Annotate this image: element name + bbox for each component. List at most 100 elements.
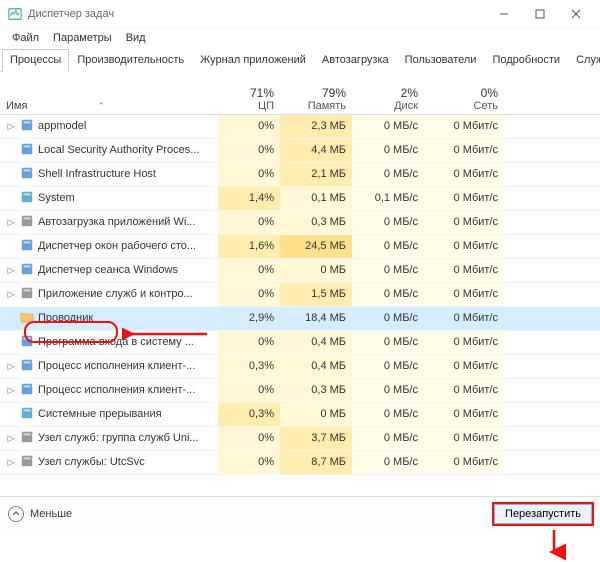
cpu-cell: 0,3% bbox=[218, 402, 280, 426]
disk-cell: 0 МБ/с bbox=[352, 402, 424, 426]
process-name-cell: ▷ Диспетчер сеанса Windows bbox=[0, 258, 218, 282]
process-name: Диспетчер сеанса Windows bbox=[38, 264, 178, 276]
minimize-button[interactable] bbox=[486, 0, 522, 28]
cpu-cell: 0% bbox=[218, 138, 280, 162]
tab-app-history[interactable]: Журнал приложений bbox=[192, 49, 314, 72]
expand-toggle-icon[interactable]: ▷ bbox=[6, 433, 16, 444]
network-cell: 0 Мбит/с bbox=[424, 450, 504, 474]
process-name-cell: ▷Процесс исполнения клиент-... bbox=[0, 354, 218, 378]
cpu-cell: 1,6% bbox=[218, 234, 280, 258]
table-row[interactable]: ▷Процесс исполнения клиент-...0,3%0,4 МБ… bbox=[0, 354, 600, 378]
tab-performance[interactable]: Производительность bbox=[69, 49, 192, 72]
table-row[interactable]: ▷Приложение служб и контро...0%1,5 МБ0 М… bbox=[0, 282, 600, 306]
process-name-cell: Проводник bbox=[0, 306, 218, 330]
col-memory[interactable]: 79%Память bbox=[280, 72, 352, 114]
disk-cell: 0 МБ/с bbox=[352, 282, 424, 306]
network-cell: 0 Мбит/с bbox=[424, 138, 504, 162]
fewer-details-button[interactable]: Меньше bbox=[8, 506, 72, 522]
disk-cell: 0 МБ/с bbox=[352, 330, 424, 354]
table-row[interactable]: System1,4%0,1 МБ0,1 МБ/с0 Мбит/с bbox=[0, 186, 600, 210]
cpu-cell: 0% bbox=[218, 210, 280, 234]
process-name-cell: Диспетчер окон рабочего сто... bbox=[0, 234, 218, 258]
menu-options[interactable]: Параметры bbox=[47, 30, 118, 46]
expand-toggle-icon[interactable]: ▷ bbox=[6, 385, 16, 396]
network-cell: 0 Мбит/с bbox=[424, 330, 504, 354]
memory-cell: 3,7 МБ bbox=[280, 426, 352, 450]
expand-toggle-icon[interactable]: ▷ bbox=[6, 457, 16, 468]
network-cell: 0 Мбит/с bbox=[424, 402, 504, 426]
process-name-cell: Local Security Authority Proces... bbox=[0, 138, 218, 162]
expand-toggle-icon[interactable]: ▷ bbox=[6, 361, 16, 372]
table-row[interactable]: Системные прерывания0,3%0 МБ0 МБ/с0 Мбит… bbox=[0, 402, 600, 426]
tab-details[interactable]: Подробности bbox=[484, 49, 568, 72]
table-row[interactable]: Local Security Authority Proces...0%4,4 … bbox=[0, 138, 600, 162]
table-row[interactable]: ▷Узел служб: группа служб Uni...0%3,7 МБ… bbox=[0, 426, 600, 450]
memory-cell: 0 МБ bbox=[280, 402, 352, 426]
process-name: appmodel bbox=[38, 120, 86, 132]
tab-processes[interactable]: Процессы bbox=[2, 49, 69, 72]
process-icon bbox=[20, 214, 34, 231]
memory-cell: 8,7 МБ bbox=[280, 450, 352, 474]
restart-button[interactable]: Перезапустить bbox=[494, 504, 592, 524]
process-name: Диспетчер окон рабочего сто... bbox=[38, 240, 196, 252]
disk-cell: 0 МБ/с bbox=[352, 138, 424, 162]
col-name[interactable]: Имя⌃ bbox=[0, 72, 218, 114]
expand-toggle-icon[interactable]: ▷ bbox=[6, 121, 16, 132]
disk-cell: 0 МБ/с bbox=[352, 162, 424, 186]
tab-startup[interactable]: Автозагрузка bbox=[314, 49, 397, 72]
process-icon bbox=[20, 310, 34, 327]
table-row[interactable]: Shell Infrastructure Host0%2,1 МБ0 МБ/с0… bbox=[0, 162, 600, 186]
menubar: Файл Параметры Вид bbox=[0, 28, 600, 48]
menu-file[interactable]: Файл bbox=[6, 30, 45, 46]
expand-toggle-icon[interactable]: ▷ bbox=[6, 265, 16, 276]
network-cell: 0 Мбит/с bbox=[424, 282, 504, 306]
table-row[interactable]: ▷appmodel0%2,3 МБ0 МБ/с0 Мбит/с bbox=[0, 114, 600, 138]
memory-cell: 1,5 МБ bbox=[280, 282, 352, 306]
table-row[interactable]: ▷Процесс исполнения клиент-...0%0,3 МБ0 … bbox=[0, 378, 600, 402]
col-network[interactable]: 0%Сеть bbox=[424, 72, 504, 114]
col-disk[interactable]: 2%Диск bbox=[352, 72, 424, 114]
process-name-cell: System bbox=[0, 186, 218, 210]
maximize-button[interactable] bbox=[522, 0, 558, 28]
cpu-cell: 0% bbox=[218, 258, 280, 282]
table-row[interactable]: ▷Узел службы: UtcSvc0%8,7 МБ0 МБ/с0 Мбит… bbox=[0, 450, 600, 474]
process-name: Shell Infrastructure Host bbox=[38, 168, 156, 180]
process-name: Приложение служб и контро... bbox=[38, 288, 193, 300]
tabs: Процессы Производительность Журнал прило… bbox=[0, 48, 600, 72]
memory-cell: 18,4 МБ bbox=[280, 306, 352, 330]
process-icon bbox=[20, 190, 34, 207]
close-button[interactable] bbox=[558, 0, 594, 28]
network-cell: 0 Мбит/с bbox=[424, 426, 504, 450]
process-name-cell: ▷ Процесс исполнения клиент-... bbox=[0, 378, 218, 402]
cpu-cell: 0% bbox=[218, 378, 280, 402]
process-icon bbox=[20, 334, 34, 351]
process-name: Автозагрузка приложений Wi... bbox=[38, 216, 195, 228]
table-row[interactable]: ▷Автозагрузка приложений Wi...0%0,3 МБ0 … bbox=[0, 210, 600, 234]
tab-users[interactable]: Пользователи bbox=[397, 49, 485, 72]
process-name: Узел служб: группа служб Uni... bbox=[38, 432, 199, 444]
table-row[interactable]: Программа входа в систему ...0%0,4 МБ0 М… bbox=[0, 330, 600, 354]
menu-view[interactable]: Вид bbox=[120, 30, 152, 46]
expand-toggle-icon[interactable]: ▷ bbox=[6, 289, 16, 300]
col-cpu[interactable]: 71%ЦП bbox=[218, 72, 280, 114]
process-icon bbox=[20, 358, 34, 375]
tab-services[interactable]: Службы bbox=[568, 49, 600, 72]
process-name: Программа входа в систему ... bbox=[38, 336, 194, 348]
table-row[interactable]: ▷Диспетчер сеанса Windows0%0 МБ0 МБ/с0 М… bbox=[0, 258, 600, 282]
process-name: Процесс исполнения клиент-... bbox=[38, 384, 195, 396]
process-icon bbox=[20, 262, 34, 279]
disk-cell: 0 МБ/с bbox=[352, 378, 424, 402]
network-cell: 0 Мбит/с bbox=[424, 258, 504, 282]
process-name-cell: ▷ appmodel bbox=[0, 114, 218, 138]
memory-cell: 24,5 МБ bbox=[280, 234, 352, 258]
process-name: Узел службы: UtcSvc bbox=[38, 456, 145, 468]
titlebar: Диспетчер задач bbox=[0, 0, 600, 28]
process-name: Local Security Authority Proces... bbox=[38, 144, 199, 156]
table-row[interactable]: Проводник2,9%18,4 МБ0 МБ/с0 Мбит/с bbox=[0, 306, 600, 330]
network-cell: 0 Мбит/с bbox=[424, 354, 504, 378]
network-cell: 0 Мбит/с bbox=[424, 378, 504, 402]
window-title: Диспетчер задач bbox=[28, 8, 114, 20]
table-row[interactable]: Диспетчер окон рабочего сто... 1,6%24,5 М… bbox=[0, 234, 600, 258]
cpu-cell: 0,3% bbox=[218, 354, 280, 378]
expand-toggle-icon[interactable]: ▷ bbox=[6, 217, 16, 228]
